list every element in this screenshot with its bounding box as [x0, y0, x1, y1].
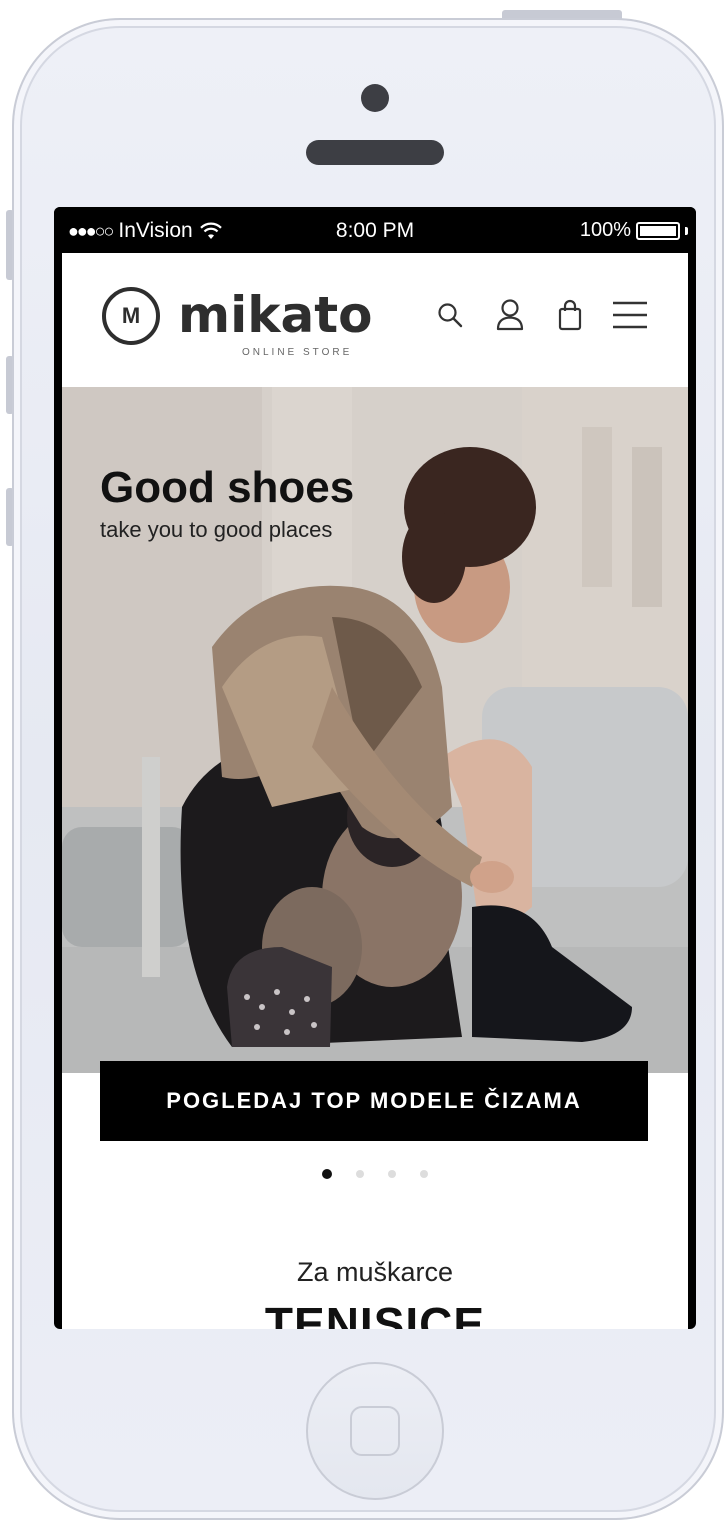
- cta-button[interactable]: POGLEDAJ TOP MODELE ČIZAMA: [100, 1061, 648, 1141]
- user-icon[interactable]: [490, 295, 530, 335]
- carousel-dot-1[interactable]: [322, 1169, 332, 1179]
- battery-tip: [685, 226, 688, 235]
- carousel-dot-3[interactable]: [388, 1170, 396, 1178]
- home-button[interactable]: [306, 1362, 444, 1500]
- site-header: M mikato ONLINE STORE: [62, 253, 688, 387]
- section-subtitle: Za muškarce: [296, 1257, 454, 1287]
- hero-subtitle: take you to good places: [100, 517, 333, 542]
- search-icon[interactable]: [430, 295, 470, 335]
- logo-wordmark[interactable]: mikato: [178, 287, 372, 343]
- carousel-dot-4[interactable]: [420, 1170, 428, 1178]
- status-bar: ●●●○○ InVision 8:00 PM 100%: [54, 207, 696, 253]
- section-title: TENISICE: [264, 1298, 486, 1329]
- device-stage: ●●●○○ InVision 8:00 PM 100% M mikato ONL…: [0, 0, 728, 1526]
- logo-tagline: ONLINE STORE: [242, 347, 353, 358]
- battery-percent: 100%: [579, 219, 631, 241]
- app-viewport: M mikato ONLINE STORE Good shoes take yo…: [62, 253, 688, 1329]
- status-right: 100%: [580, 219, 688, 242]
- home-square-icon: [350, 1406, 400, 1456]
- bag-icon[interactable]: [550, 295, 590, 335]
- front-camera: [361, 84, 389, 112]
- battery-icon: [636, 221, 680, 240]
- hero-banner[interactable]: Good shoes take you to good places: [62, 387, 688, 1073]
- hero-title: Good shoes: [100, 463, 355, 512]
- logo-mark[interactable]: M: [102, 287, 160, 345]
- menu-icon[interactable]: [610, 295, 650, 335]
- phone-screen: ●●●○○ InVision 8:00 PM 100% M mikato ONL…: [54, 207, 696, 1329]
- earpiece-speaker: [306, 140, 444, 165]
- carousel-dot-2[interactable]: [356, 1170, 364, 1178]
- carousel-pagination: [62, 1169, 688, 1179]
